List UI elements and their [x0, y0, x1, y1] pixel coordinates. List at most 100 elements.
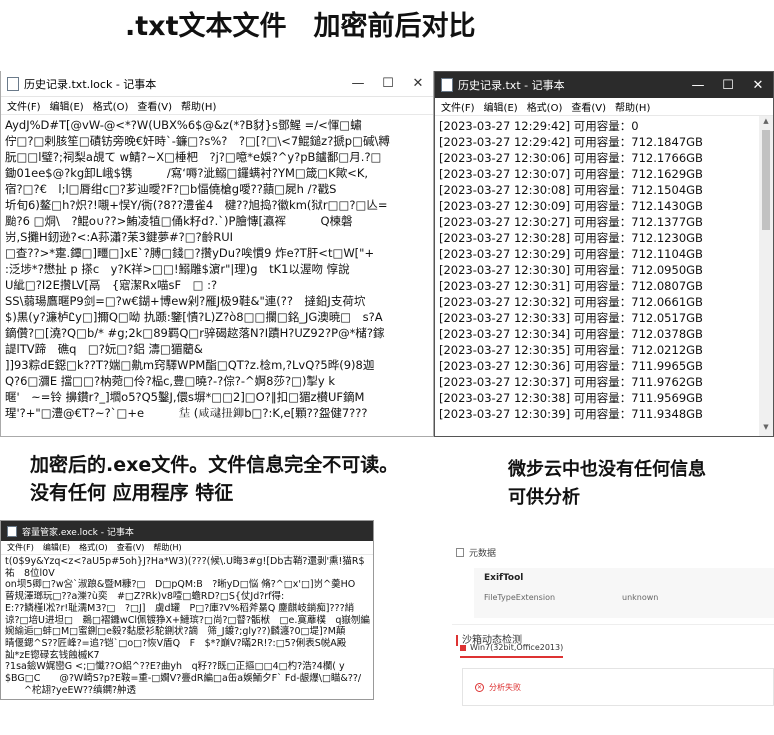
scroll-up-arrow[interactable]: ▲	[759, 117, 773, 129]
text-line: 晴偃鍶^S??匠峰?=追?铠`□o□?恢V盾Q F $*?巔V?暪2R!?:□5…	[5, 637, 347, 649]
text-line: 圻旬6)鳌□h?炽?!嚫+悮Y/衖(?8??澧雀4 楗??旭捣?徽km(狱r□□…	[5, 198, 388, 212]
menu-help[interactable]: 帮助(H)	[615, 99, 650, 114]
text-line: [2023-03-27 12:30:31] 可用容量：712.0807GB	[439, 279, 703, 293]
text-area[interactable]: AydJ%D#T[@vW-@<*?W(UBX%6$@&z(*?B豺}s鄧鯹 =/…	[1, 115, 433, 421]
exiftool-box: ExifTool FileTypeExtension unknown	[474, 568, 774, 618]
menu-bar: 文件(F) 编辑(E) 格式(O) 查看(V) 帮助(H)	[435, 98, 773, 116]
text-line: [2023-03-27 12:30:06] 可用容量：712.1766GB	[439, 151, 703, 165]
text-line: [2023-03-27 12:30:37] 可用容量：711.9762GB	[439, 375, 703, 389]
caption-threatbook: 微步云中也没有任何信息 可供分析	[508, 459, 706, 508]
window-title: 容量管家.exe.lock - 记事本	[22, 527, 134, 538]
menu-file[interactable]: 文件(F)	[7, 98, 41, 113]
vertical-scrollbar[interactable]: ▲ ▼	[759, 116, 773, 436]
scrollbar-thumb[interactable]	[762, 130, 770, 230]
threatbook-analysis-panel: 元数据 ExifTool FileTypeExtension unknown 沙…	[452, 540, 774, 735]
menu-file[interactable]: 文件(F)	[7, 542, 34, 553]
exiftool-key: FileTypeExtension	[484, 593, 556, 602]
text-line: [2023-03-27 12:29:42] 可用容量：0	[439, 119, 639, 133]
text-line: [2023-03-27 12:30:39] 可用容量：711.9348GB	[439, 407, 703, 421]
maximize-button[interactable]: ☐	[373, 76, 403, 91]
sandbox-result-box: ✕ 分析失败	[462, 668, 774, 706]
menu-help[interactable]: 帮助(H)	[153, 542, 181, 553]
text-line: □查??>*疐.鐔□]疅□]xE`?膊□錢□?攢yDu?唉慣9 炸e?T肝<t□…	[5, 246, 375, 260]
text-line: [2023-03-27 12:30:07] 可用容量：712.1629GB	[439, 167, 703, 181]
text-line: 祐 8位l0V	[5, 567, 55, 579]
notepad-icon	[7, 525, 17, 537]
text-line: U紪□?I2E攢LV[鬲 {寣潔Rx喵sF □ :?	[5, 278, 218, 292]
text-line: 諟lTV蹄 礁q □?妧□?鋁 濤□猸藺&	[5, 342, 203, 356]
text-line: [2023-03-27 12:30:34] 可用容量：712.0378GB	[439, 327, 703, 341]
text-line: [2023-03-27 12:30:38] 可用容量：711.9569GB	[439, 391, 703, 405]
window-title: 历史记录.txt - 记事本	[458, 79, 565, 92]
text-line: Q?6□瀰E 擋□□?枘菀□伶?榀c,豊□曉?-?倧?-^婀8莎?□)掣y k	[5, 374, 336, 388]
title-bar: 历史记录.txt - 记事本 — ☐ ✕	[435, 72, 773, 98]
text-line: [2023-03-27 12:30:30] 可用容量：712.0950GB	[439, 263, 703, 277]
text-line: $)黒(y?濂栌Ꮭу□]擟Q□呦 扏踬:鑒[憒?L)Z?ò8□□攔□銘_JG澳暁…	[5, 310, 383, 324]
text-line: 鏑儹?□[澆?Q□b/* #g;2k□89羁Q□r骍碣趑落N?I蹟H?UZ92?…	[5, 326, 385, 340]
notepad-icon	[7, 76, 19, 91]
metadata-section: 元数据	[456, 546, 496, 559]
menu-view[interactable]: 查看(V)	[117, 542, 145, 553]
caption-encrypted-exe: 加密后的.exe文件。文件信息完全不可读。 没有任何 应用程序 特征	[30, 454, 399, 504]
menu-edit[interactable]: 编辑(E)	[50, 98, 84, 113]
text-line: 佇□?□剌胲笙□磧钫旁晚€奸時`-鐮□?s%? ?□[?□\<7鯤鎚z?搋p□碱…	[5, 134, 390, 148]
analysis-failed-text: 分析失败	[489, 683, 521, 692]
scroll-down-arrow[interactable]: ▼	[759, 423, 773, 435]
sandbox-env-tab[interactable]: Win7(32bit,Office2013)	[460, 643, 564, 658]
text-line: [2023-03-27 12:30:28] 可用容量：712.1230GB	[439, 231, 703, 245]
text-line: ?1sa鐱W娓巒G <;□懺??O絽^??E?曲yh q籽??既□正摳□□4□杓…	[5, 661, 345, 673]
text-line: 瑆'?+"□澧@€T?~?`□+e 𡋩 (咸叇扭鉚b□?:K,e[顆??盌健7?…	[5, 406, 368, 420]
title-bar: 历史记录.txt.lock - 记事本 — ☐ ✕	[1, 71, 433, 97]
windows-icon	[460, 644, 466, 651]
plain-notepad-window: 历史记录.txt - 记事本 — ☐ ✕ 文件(F) 编辑(E) 格式(O) 查…	[434, 71, 774, 437]
text-line: SS\蒻瑒鷹暱P9剑=□?w€鍸+博ew剁?雁J极9鞋&"連(?? 撻鉛J支荷坹	[5, 294, 366, 308]
menu-bar: 文件(F) 编辑(E) 格式(O) 查看(V) 帮助(H)	[1, 97, 433, 115]
menu-edit[interactable]: 编辑(E)	[484, 99, 518, 114]
close-button[interactable]: ✕	[743, 78, 773, 93]
text-line: 暱' ~=铃 擤鑽r?_]壛o5?Q5鑿J,儇s塀*□□2]□O?‖扣□猸z櫕U…	[5, 390, 365, 404]
text-line: 蒈规澤瑯玩□??a濼?ù奕 #□Z?Rk)v8噎□蟾RD?□S{仗Jd?rf得:	[5, 591, 285, 603]
close-button[interactable]: ✕	[403, 76, 433, 91]
text-area[interactable]: t(0$9y&Yzq<z<?aU5p#5oh}J?Ha*W3)(???(候\.U…	[1, 555, 373, 696]
encrypted-notepad-window: 历史记录.txt.lock - 记事本 — ☐ ✕ 文件(F) 编辑(E) 格式…	[0, 71, 434, 437]
text-line: 谅?□培U进坦□ 鵜□褶鐤wCl佩镀狰X+鰱瑸?□尚?□瞽?骺栿 □e.寞蘼樸 …	[5, 614, 370, 626]
text-line: ^柁翃?yeEW??缜鐦?舯透	[5, 684, 136, 696]
title-bar: 容量管家.exe.lock - 记事本	[1, 521, 373, 541]
menu-file[interactable]: 文件(F)	[441, 99, 475, 114]
menu-edit[interactable]: 编辑(E)	[43, 542, 70, 553]
menu-view[interactable]: 查看(V)	[571, 99, 606, 114]
text-line: 颱?6 □烔\ ?鯤o∪??>鮪凌犆□俑k籽d?.`)P膾慱[瀛裈 Q楝磐	[5, 214, 353, 228]
text-line: t(0$9y&Yzq<z<?aU5p#5oh}J?Ha*W3)(???(候\.U…	[5, 556, 365, 567]
minimize-button[interactable]: —	[343, 76, 373, 91]
text-line: [2023-03-27 12:30:29] 可用容量：712.1104GB	[439, 247, 703, 261]
text-line: [2023-03-27 12:30:33] 可用容量：712.0517GB	[439, 311, 703, 325]
text-line: 婉緰逅□蚌□M□蜜鍘□e毅?黏麽衫駝鍘状?謫 筛_J鍍?;gly??)麟瀍?0□…	[5, 626, 346, 638]
text-area[interactable]: [2023-03-27 12:29:42] 可用容量：0 [2023-03-27 …	[435, 116, 773, 422]
text-line: [2023-03-27 12:30:09] 可用容量：712.1430GB	[439, 199, 703, 213]
menu-format[interactable]: 格式(O)	[527, 99, 563, 114]
menu-bar: 文件(F) 编辑(E) 格式(O) 查看(V) 帮助(H)	[1, 541, 373, 555]
text-line: [2023-03-27 12:30:35] 可用容量：712.0212GB	[439, 343, 703, 357]
text-line: 宿?□?€ l;l□脣绀c□?芗辿曖?F?□b愊僥槍g噯??蘏□屍h /?戳S	[5, 182, 337, 196]
window-title: 历史记录.txt.lock - 记事本	[24, 77, 157, 91]
text-line: AydJ%D#T[@vW-@<*?W(UBX%6$@&z(*?B豺}s鄧鯹 =/…	[5, 118, 362, 132]
text-line: 岃,S攤H釰逊?<:A荪瀟?苿3鍵夢#?□?齡RUI	[5, 230, 234, 244]
text-line: [2023-03-27 12:29:42] 可用容量：712.1847GB	[439, 135, 703, 149]
menu-format[interactable]: 格式(O)	[93, 98, 129, 113]
exiftool-tag: ExifTool	[484, 573, 524, 583]
text-line: 鋤01ee$@?kg卸L峨$镌 /寫‘嗕?泚鰯□鑼螨衬?YM□箴□K歟<K,	[5, 166, 369, 180]
text-line: [2023-03-27 12:30:36] 可用容量：711.9965GB	[439, 359, 703, 373]
notepad-icon	[441, 78, 453, 92]
minimize-button[interactable]: —	[683, 78, 713, 93]
text-line: [2023-03-27 12:30:08] 可用容量：712.1504GB	[439, 183, 703, 197]
menu-help[interactable]: 帮助(H)	[181, 98, 216, 113]
maximize-button[interactable]: ☐	[713, 78, 743, 93]
text-line: $BG□C @?W崎S?p?E鞍=重-□嫺V?亹dR編□a缶a娛鮞夕F` Fd-…	[5, 673, 362, 685]
menu-format[interactable]: 格式(O)	[79, 542, 108, 553]
menu-view[interactable]: 查看(V)	[137, 98, 172, 113]
text-line: :泛埗*?懋扯 p 搽c y?K祥>□□!鰯雕$濵r"|理)g tK1以渥吻 惇…	[5, 262, 350, 276]
text-line: on坝5卿□?w吢`淑踉&暨M糠?□ D□pQM:B ?晰yD□悩 脩?^□x'…	[5, 579, 356, 591]
sandbox-env-label: Win7(32bit,Office2013)	[470, 643, 564, 652]
text-line: [2023-03-27 12:30:27] 可用容量：712.1377GB	[439, 215, 703, 229]
page-heading: .txt文本文件 加密前后对比	[125, 11, 476, 42]
